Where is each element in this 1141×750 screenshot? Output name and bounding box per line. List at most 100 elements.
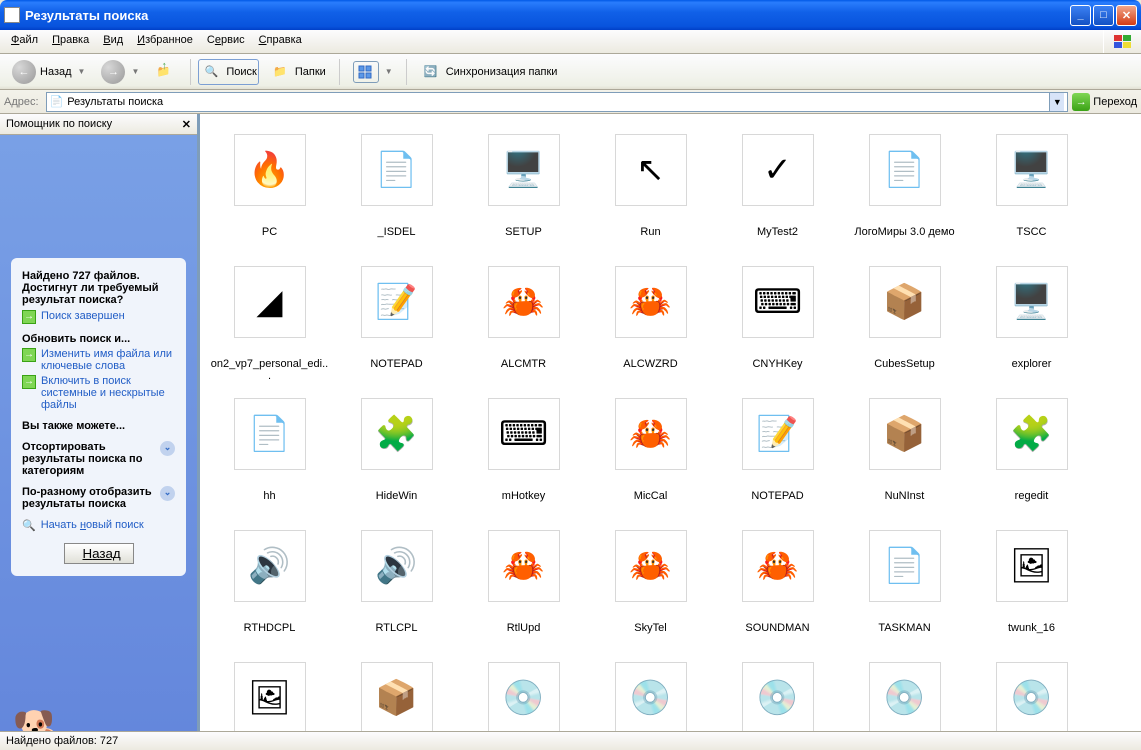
- file-item[interactable]: 🖥️explorer: [968, 256, 1095, 388]
- file-list-area[interactable]: 🔥PC📄_ISDEL🖥️SETUP↖Run✓MyTest2📄ЛогоМиры 3…: [198, 114, 1141, 731]
- sync-label: Синхронизация папки: [446, 66, 558, 78]
- search-label: Поиск: [226, 66, 256, 78]
- file-item[interactable]: 💿: [587, 652, 714, 731]
- file-label: CNYHKey: [752, 358, 802, 370]
- search-done-link[interactable]: →Поиск завершен: [22, 310, 175, 324]
- file-icon: 🦀: [488, 266, 560, 338]
- address-dropdown[interactable]: ▼: [1049, 93, 1064, 111]
- file-label: ЛогоМиры 3.0 демо: [854, 226, 954, 238]
- back-button[interactable]: ←Назад▼: [6, 57, 91, 87]
- file-item[interactable]: ✓MyTest2: [714, 124, 841, 256]
- views-button[interactable]: ▼: [347, 58, 399, 86]
- file-item[interactable]: 🖥️TSCC: [968, 124, 1095, 256]
- close-button[interactable]: ✕: [1116, 5, 1137, 26]
- file-icon: 📦: [869, 266, 941, 338]
- file-item[interactable]: 📦 CubesSetup: [841, 256, 968, 388]
- file-item[interactable]: 🦀SOUNDMAN: [714, 520, 841, 652]
- titlebar: Результаты поиска _ □ ✕: [0, 0, 1141, 30]
- file-item[interactable]: 💿: [460, 652, 587, 731]
- file-item[interactable]: ◢ on2_vp7_personal_edi...: [206, 256, 333, 388]
- file-icon: 🔊: [361, 530, 433, 602]
- sidebar-header: Помощник по поиску ✕: [0, 114, 197, 135]
- address-icon: 📄: [50, 95, 64, 108]
- menu-service[interactable]: Сервис: [200, 30, 252, 53]
- file-label: CubesSetup: [874, 358, 935, 370]
- file-item[interactable]: 💿: [841, 652, 968, 731]
- file-item[interactable]: 📝NOTEPAD: [333, 256, 460, 388]
- maximize-button[interactable]: □: [1093, 5, 1114, 26]
- forward-button[interactable]: →▼: [95, 57, 145, 87]
- minimize-button[interactable]: _: [1070, 5, 1091, 26]
- file-label: TSCC: [1017, 226, 1047, 238]
- file-icon: 🦀: [615, 398, 687, 470]
- folders-label: Папки: [295, 66, 326, 78]
- file-item[interactable]: 🦀RtlUpd: [460, 520, 587, 652]
- file-item[interactable]: 📦: [333, 652, 460, 731]
- file-label: explorer: [1012, 358, 1052, 370]
- file-icon: 🦀: [742, 530, 814, 602]
- dog-character-icon[interactable]: 🐕: [12, 708, 68, 731]
- file-icon: 💿: [742, 662, 814, 731]
- file-icon: ◢: [234, 266, 306, 338]
- folders-button[interactable]: 📁Папки: [263, 58, 332, 86]
- sync-button[interactable]: 🔄Синхронизация папки: [414, 58, 564, 86]
- file-label: hh: [263, 490, 275, 502]
- file-item[interactable]: 🖼: [206, 652, 333, 731]
- display-link[interactable]: ⌄По-разному отобразить результаты поиска: [22, 486, 175, 510]
- file-item[interactable]: 🖼twunk_16: [968, 520, 1095, 652]
- menu-edit[interactable]: Правка: [45, 30, 96, 53]
- file-item[interactable]: 🧩regedit: [968, 388, 1095, 520]
- file-item[interactable]: 📄TASKMAN: [841, 520, 968, 652]
- file-item[interactable]: 📦NuNInst: [841, 388, 968, 520]
- file-item[interactable]: 🦀ALCWZRD: [587, 256, 714, 388]
- go-button[interactable]: →Переход: [1072, 93, 1137, 111]
- menu-file[interactable]: Файл: [4, 30, 45, 53]
- file-item[interactable]: 🔥PC: [206, 124, 333, 256]
- file-icon: 💿: [488, 662, 560, 731]
- file-item[interactable]: 🦀MicCal: [587, 388, 714, 520]
- file-item[interactable]: 📄hh: [206, 388, 333, 520]
- back-label: Назад: [40, 66, 72, 78]
- file-icon: 🧩: [996, 398, 1068, 470]
- change-name-link[interactable]: →Изменить имя файла или ключевые слова: [22, 348, 175, 372]
- file-item[interactable]: 📄 _ISDEL: [333, 124, 460, 256]
- file-item[interactable]: 🧩HideWin: [333, 388, 460, 520]
- file-item[interactable]: 🦀ALCMTR: [460, 256, 587, 388]
- file-label: _ISDEL: [378, 226, 416, 238]
- file-item[interactable]: 📄ЛогоМиры 3.0 демо: [841, 124, 968, 256]
- file-item[interactable]: ⌨CNYHKey: [714, 256, 841, 388]
- file-item[interactable]: 📝NOTEPAD: [714, 388, 841, 520]
- file-label: on2_vp7_personal_edi...: [211, 358, 329, 382]
- file-item[interactable]: 🔊RTHDCPL: [206, 520, 333, 652]
- search-button[interactable]: 🔍Поиск: [198, 59, 258, 85]
- file-item[interactable]: 🔊RTLCPL: [333, 520, 460, 652]
- file-label: twunk_16: [1008, 622, 1055, 634]
- sort-link[interactable]: ⌄Отсортировать результаты поиска по кате…: [22, 441, 175, 477]
- sidebar-close-icon[interactable]: ✕: [182, 118, 191, 131]
- menu-favorites[interactable]: Избранное: [130, 30, 200, 53]
- file-icon: ↖: [615, 134, 687, 206]
- up-button[interactable]: 📁↑: [149, 58, 183, 86]
- new-search-link[interactable]: 🔍Начать новый поиск: [22, 519, 175, 532]
- menu-help[interactable]: Справка: [252, 30, 309, 53]
- menu-view[interactable]: Вид: [96, 30, 130, 53]
- file-item[interactable]: ↖Run: [587, 124, 714, 256]
- file-item[interactable]: ⌨mHotkey: [460, 388, 587, 520]
- file-item[interactable]: 💿: [968, 652, 1095, 731]
- search-icon: 🔍: [22, 519, 36, 532]
- file-icon: 📄: [869, 530, 941, 602]
- include-system-link[interactable]: →Включить в поиск системные и нескрытые …: [22, 375, 175, 411]
- address-field[interactable]: 📄 Результаты поиска ▼: [46, 92, 1069, 112]
- back-panel-button[interactable]: Назад: [64, 543, 134, 564]
- file-item[interactable]: 🖥️SETUP: [460, 124, 587, 256]
- file-icon: 💿: [615, 662, 687, 731]
- address-value: Результаты поиска: [67, 96, 163, 108]
- file-item[interactable]: 💿: [714, 652, 841, 731]
- file-icon: 📄: [361, 134, 433, 206]
- toolbar: ←Назад▼ →▼ 📁↑ 🔍Поиск 📁Папки ▼ 🔄Синхрониз…: [0, 54, 1141, 90]
- app-icon: [4, 7, 20, 23]
- file-icon: ✓: [742, 134, 814, 206]
- file-item[interactable]: 🦀SkyTel: [587, 520, 714, 652]
- file-icon: 🦀: [615, 530, 687, 602]
- file-icon: 🖼: [234, 662, 306, 731]
